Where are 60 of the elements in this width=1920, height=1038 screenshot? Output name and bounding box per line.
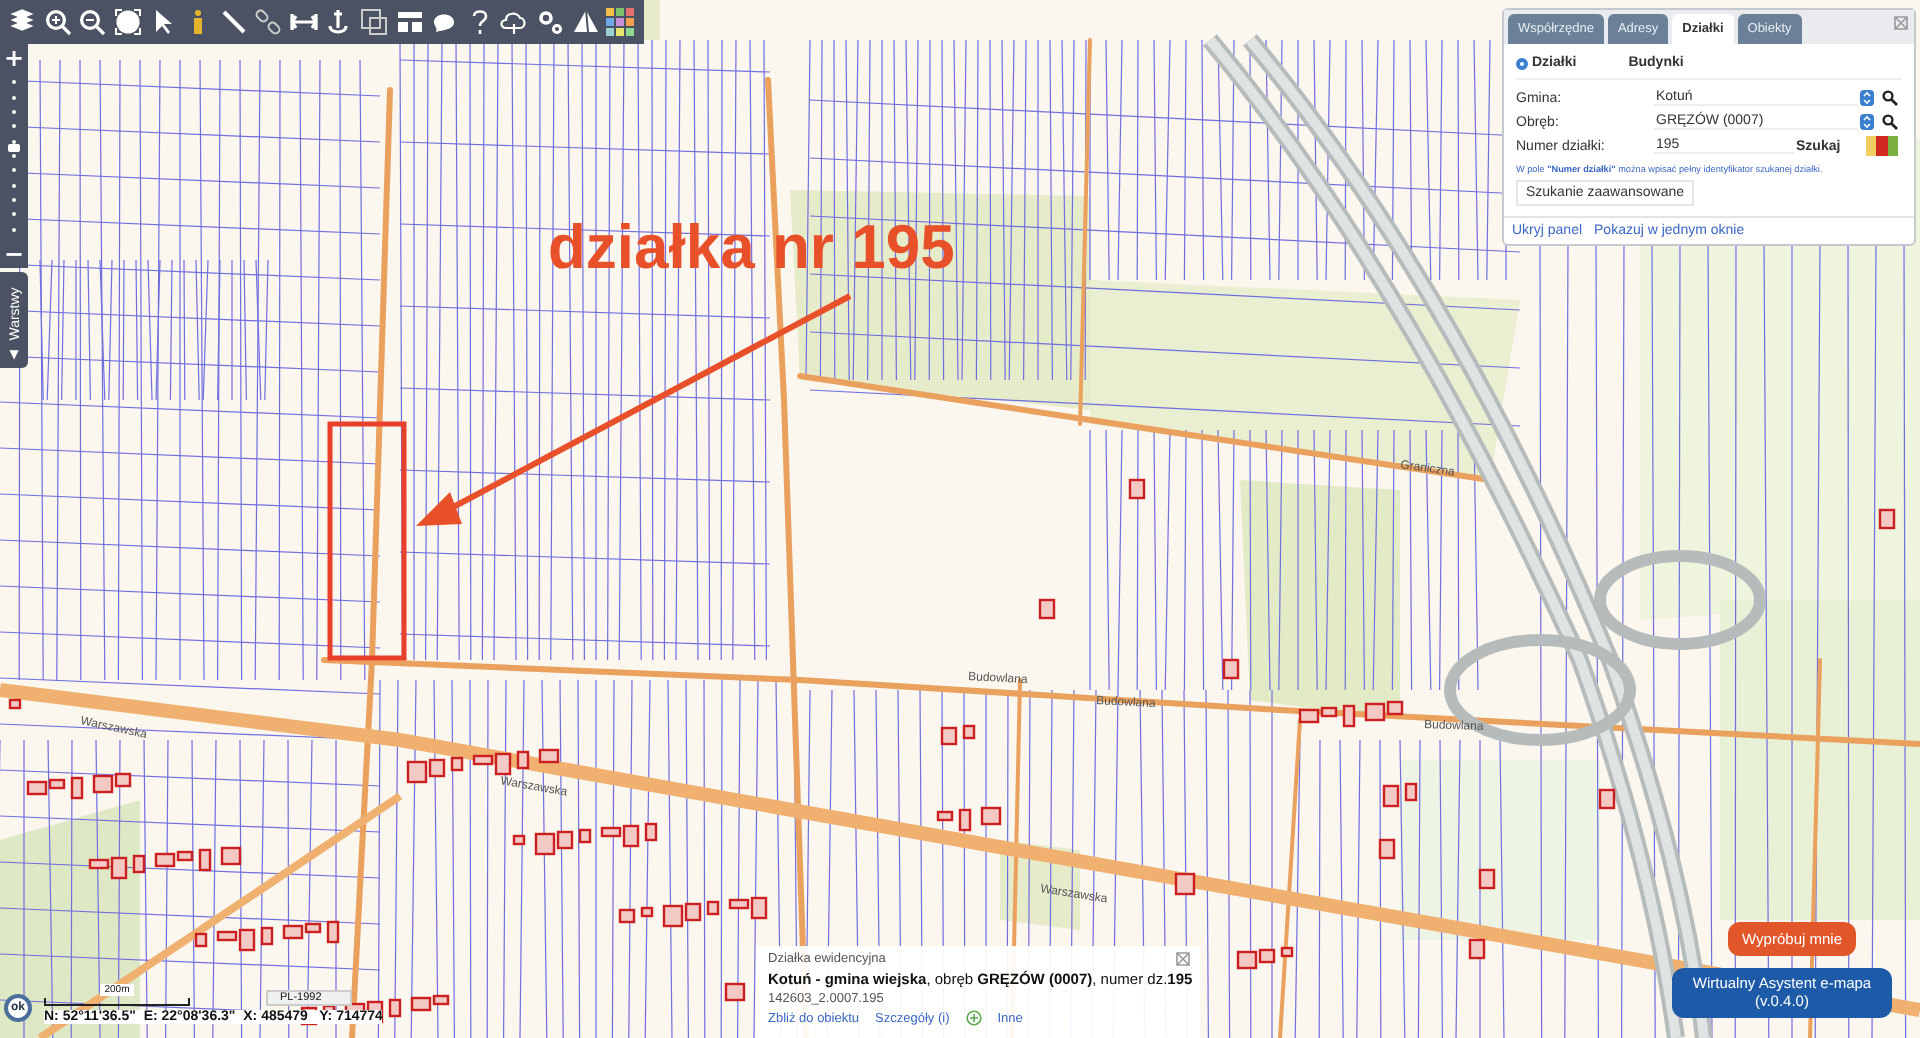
zoom-slider-thumb[interactable] [8, 143, 20, 152]
building [958, 808, 972, 832]
layout-icon[interactable] [395, 8, 424, 36]
building [980, 806, 1002, 826]
search-icon[interactable] [1882, 90, 1898, 106]
building [92, 774, 114, 794]
anchor-icon[interactable] [324, 8, 353, 36]
building [534, 832, 556, 856]
layers-icon[interactable] [8, 8, 36, 36]
building [1236, 950, 1258, 970]
building [1378, 838, 1396, 860]
building [1128, 478, 1146, 500]
dropdown-icon[interactable] [1860, 90, 1874, 106]
building [388, 998, 402, 1018]
full-extent-icon[interactable] [113, 8, 142, 36]
zoom-out-icon[interactable] [78, 8, 107, 36]
building [512, 834, 526, 846]
building [1174, 872, 1196, 896]
building [70, 776, 84, 800]
color-grid-icon[interactable] [606, 8, 635, 36]
building [1342, 704, 1356, 728]
radio-button[interactable] [1516, 57, 1528, 69]
building [8, 698, 22, 710]
close-icon[interactable] [1176, 952, 1190, 966]
building [260, 926, 274, 946]
building [1222, 658, 1240, 680]
building [194, 932, 208, 948]
building [1382, 784, 1400, 808]
dropdown-icon[interactable] [1860, 114, 1874, 130]
building [936, 810, 954, 822]
building [516, 750, 530, 770]
width-icon[interactable] [289, 8, 318, 36]
search-icon[interactable] [1882, 114, 1898, 130]
zoom-in-button[interactable]: + [3, 46, 25, 70]
building [406, 760, 428, 784]
building [326, 920, 340, 944]
link-icon[interactable] [254, 8, 283, 36]
building [220, 846, 242, 866]
building [644, 822, 658, 842]
zoom-out-button[interactable]: − [3, 242, 25, 266]
pyramid-icon[interactable] [571, 8, 599, 36]
building [1478, 868, 1496, 890]
building [538, 748, 560, 764]
building [662, 904, 684, 928]
building [724, 982, 746, 1002]
select-icon[interactable] [359, 8, 388, 36]
gears-icon[interactable] [535, 8, 564, 36]
building [1404, 782, 1418, 802]
building [132, 854, 146, 874]
plus-circle-icon[interactable] [965, 1010, 982, 1026]
building [1038, 598, 1056, 620]
building [198, 848, 212, 872]
zoom-in-icon[interactable] [43, 8, 72, 36]
cloud-icon[interactable] [500, 8, 529, 36]
ruler-icon[interactable] [219, 8, 248, 36]
traffic-light-icon [1866, 136, 1898, 156]
building [1364, 702, 1386, 722]
building [1468, 938, 1486, 960]
building [1878, 508, 1896, 530]
building [1598, 788, 1616, 810]
